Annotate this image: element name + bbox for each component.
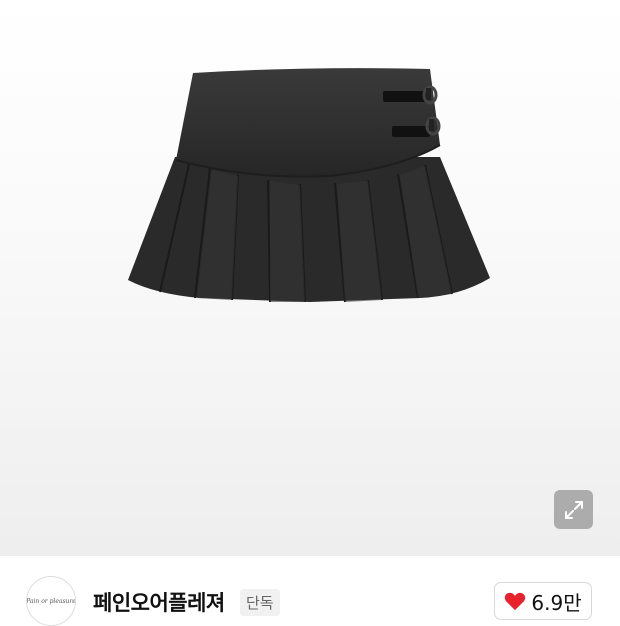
product-image-area[interactable] [0,0,620,556]
like-button[interactable]: 6.9만 [494,582,592,620]
expand-icon [564,500,583,519]
brand-logo-text: Pain or pleasure [26,597,76,605]
like-count: 6.9만 [531,590,582,615]
brand-logo[interactable]: Pain or pleasure [26,576,76,626]
heart-icon [505,592,526,611]
brand-name[interactable]: 페인오어플레져 [93,587,225,617]
product-photo [128,68,490,303]
expand-image-button[interactable] [554,490,593,529]
exclusive-badge: 단독 [240,589,280,616]
